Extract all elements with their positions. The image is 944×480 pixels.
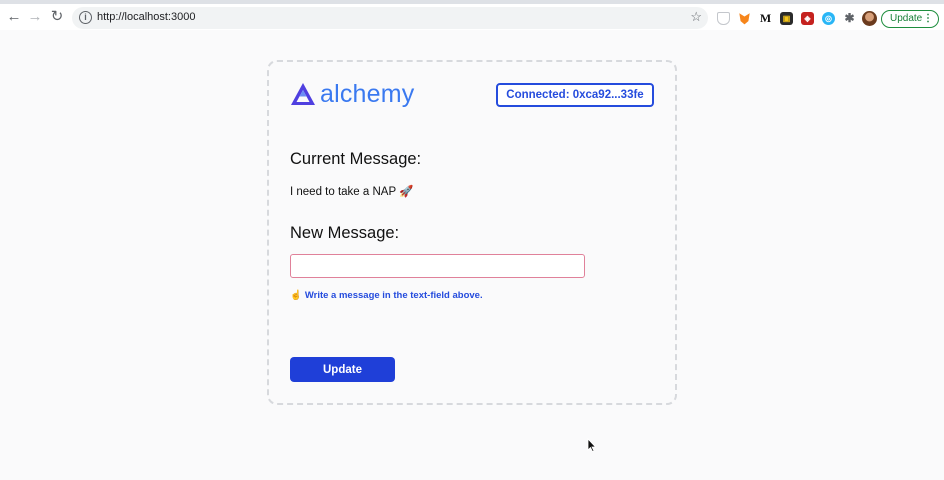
address-bar[interactable]: i http://localhost:3000 ☆ [72,7,708,29]
profile-avatar[interactable] [862,11,877,26]
address-url[interactable]: http://localhost:3000 [97,11,195,23]
mouse-cursor-icon [587,438,597,452]
red-extension-icon[interactable]: ◈ [801,12,814,25]
browser-toolbar: ← → ↻ i http://localhost:3000 ☆ M ▣ ◈ ◎ … [0,0,944,30]
alchemy-logo: alchemy [290,80,415,108]
forward-icon[interactable]: → [27,9,43,25]
browser-update-button[interactable]: Update ⋮ [881,10,939,28]
wallet-connect-button[interactable]: Connected: 0xca92...33fe [496,83,654,107]
site-info-icon[interactable]: i [79,11,92,24]
reload-icon[interactable]: ↻ [49,9,65,25]
status-message: ☝ Write a message in the text-field above… [290,290,483,301]
back-icon[interactable]: ← [6,9,22,25]
medium-extension-icon[interactable]: M [759,12,772,25]
update-button[interactable]: Update [290,357,395,382]
current-message-heading: Current Message: [290,150,422,168]
current-message-text: I need to take a NAP 🚀 [290,186,414,198]
bookmark-star-icon[interactable]: ☆ [690,9,702,25]
alchemy-wordmark: alchemy [320,79,415,108]
extensions-puzzle-icon[interactable]: ✱ [843,12,856,25]
browser-update-label: Update [890,13,923,24]
alchemy-logo-icon [291,83,315,105]
menu-dots-icon[interactable]: ⋮ [923,11,933,27]
pointing-up-icon: ☝ [290,290,302,301]
metamask-extension-icon[interactable] [739,13,750,25]
new-message-heading: New Message: [290,224,400,242]
status-text: Write a message in the text-field above. [304,290,483,301]
blue-extension-icon[interactable]: ◎ [822,12,835,25]
wallet-extension-icon[interactable]: ▣ [780,12,793,25]
new-message-input[interactable] [290,254,585,278]
shield-extension-icon[interactable] [717,12,730,25]
